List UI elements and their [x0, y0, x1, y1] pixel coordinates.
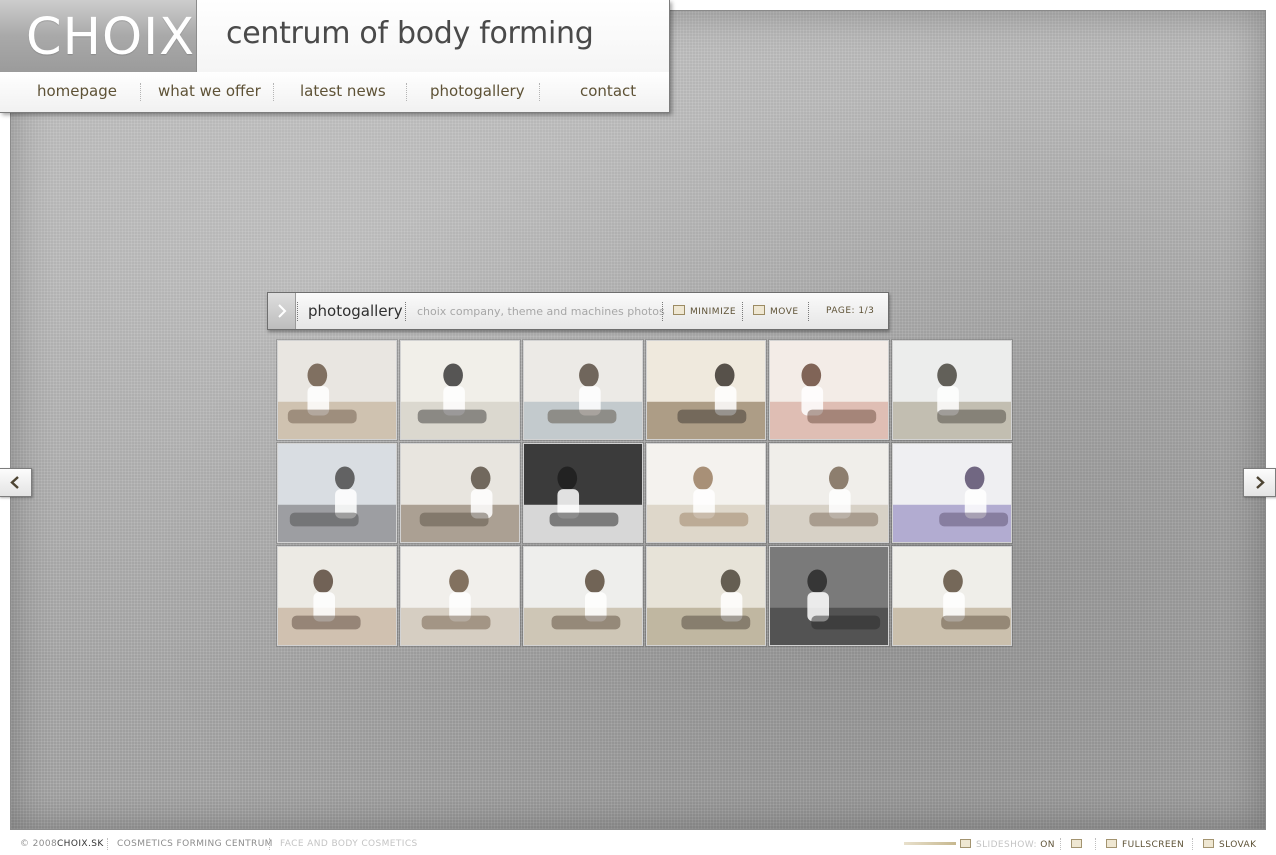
photo-image [770, 341, 888, 439]
photo-image [524, 444, 642, 542]
next-page-button[interactable] [1243, 468, 1276, 497]
gallery-thumbnail[interactable] [646, 546, 766, 646]
gallery-thumbnail[interactable] [646, 443, 766, 543]
main-nav: homepage what we offer latest news photo… [0, 72, 669, 112]
footer-link-cosmetics[interactable]: COSMETICS FORMING CENTRUM [117, 839, 273, 849]
fullscreen-label: FULLSCREEN [1122, 840, 1185, 850]
gallery-toolbar: photogallery choix company, theme and ma… [267, 292, 889, 330]
gallery-thumbnail[interactable] [892, 443, 1012, 543]
gallery-thumbnail[interactable] [523, 546, 643, 646]
photo-image [524, 341, 642, 439]
photo-image [893, 547, 1011, 645]
nav-contact[interactable]: contact [580, 82, 636, 100]
photo-image [647, 444, 765, 542]
photo-image [278, 341, 396, 439]
footer-link-face-body[interactable]: FACE AND BODY COSMETICS [280, 839, 418, 849]
nav-what-we-offer[interactable]: what we offer [158, 82, 261, 100]
flag-icon [1203, 839, 1214, 848]
site-header: CHOIX centrum of body forming homepage w… [0, 0, 670, 113]
gallery-thumbnail[interactable] [769, 340, 889, 440]
move-button[interactable]: MOVE [753, 305, 799, 317]
toolbar-separator [742, 302, 743, 321]
gallery-thumbnail[interactable] [892, 546, 1012, 646]
footer-separator [269, 838, 270, 850]
thumbnail-grid [277, 340, 1013, 646]
footer-separator [1095, 838, 1096, 850]
photo-image [401, 341, 519, 439]
gallery-thumbnail[interactable] [277, 443, 397, 543]
nav-separator [539, 83, 540, 101]
nav-latest-news[interactable]: latest news [300, 82, 386, 100]
gallery-thumbnail[interactable] [523, 443, 643, 543]
gallery-thumbnail[interactable] [400, 340, 520, 440]
photo-image [893, 341, 1011, 439]
gallery-thumbnail[interactable] [523, 340, 643, 440]
slideshow-state: ON [1040, 840, 1055, 850]
slideshow-progress [904, 842, 956, 845]
language-label: SLOVAK [1219, 840, 1257, 850]
page-indicator: PAGE: 1/3 [826, 306, 875, 316]
minimize-button[interactable]: MINIMIZE [673, 305, 736, 317]
copyright-text: © 2008 [20, 839, 58, 849]
chevron-right-icon[interactable] [268, 293, 296, 329]
slideshow-toggle[interactable]: SLIDESHOW: ON [960, 839, 1055, 850]
move-icon [753, 305, 765, 315]
gallery-title: photogallery [308, 302, 403, 320]
site-footer: © 2008 CHOIX.SK COSMETICS FORMING CENTRU… [0, 832, 1276, 855]
nav-separator [273, 83, 274, 101]
music-icon [1071, 839, 1082, 848]
music-button[interactable] [1071, 839, 1087, 850]
chevron-right-icon [1256, 476, 1265, 489]
footer-separator [1192, 838, 1193, 850]
photo-image [524, 547, 642, 645]
slideshow-label: SLIDESHOW: [976, 840, 1037, 850]
photo-image [647, 547, 765, 645]
toolbar-separator [662, 302, 663, 321]
tagline: centrum of body forming [226, 16, 594, 51]
footer-separator [1060, 838, 1061, 850]
gallery-thumbnail[interactable] [769, 443, 889, 543]
photo-image [401, 547, 519, 645]
logo-text: CHOIX [26, 8, 196, 67]
gallery-thumbnail[interactable] [769, 546, 889, 646]
nav-separator [140, 83, 141, 101]
language-button[interactable]: SLOVAK [1203, 839, 1256, 850]
site-link[interactable]: CHOIX.SK [57, 839, 104, 849]
photo-image [278, 444, 396, 542]
photo-image [278, 547, 396, 645]
toolbar-separator [405, 302, 406, 321]
gallery-thumbnail[interactable] [400, 443, 520, 543]
nav-homepage[interactable]: homepage [37, 82, 117, 100]
logo[interactable]: CHOIX [0, 0, 197, 72]
move-label: MOVE [770, 307, 799, 317]
gallery-subtitle: choix company, theme and machines photos [417, 305, 665, 318]
photo-image [770, 444, 888, 542]
minimize-icon [673, 305, 685, 315]
minimize-label: MINIMIZE [690, 307, 737, 317]
gallery-thumbnail[interactable] [892, 340, 1012, 440]
fullscreen-icon [1106, 839, 1117, 848]
toolbar-separator [297, 302, 298, 321]
gallery-thumbnail[interactable] [277, 340, 397, 440]
photo-image [893, 444, 1011, 542]
toolbar-separator [808, 302, 809, 321]
slideshow-icon [960, 839, 971, 848]
nav-photogallery[interactable]: photogallery [430, 82, 525, 100]
fullscreen-button[interactable]: FULLSCREEN [1106, 839, 1184, 850]
nav-separator [406, 83, 407, 101]
chevron-left-icon [10, 476, 19, 489]
prev-page-button[interactable] [0, 468, 32, 497]
photo-image [401, 444, 519, 542]
gallery-thumbnail[interactable] [646, 340, 766, 440]
footer-separator [107, 838, 108, 850]
photo-image [770, 547, 888, 645]
gallery-thumbnail[interactable] [277, 546, 397, 646]
photo-image [647, 341, 765, 439]
gallery-thumbnail[interactable] [400, 546, 520, 646]
